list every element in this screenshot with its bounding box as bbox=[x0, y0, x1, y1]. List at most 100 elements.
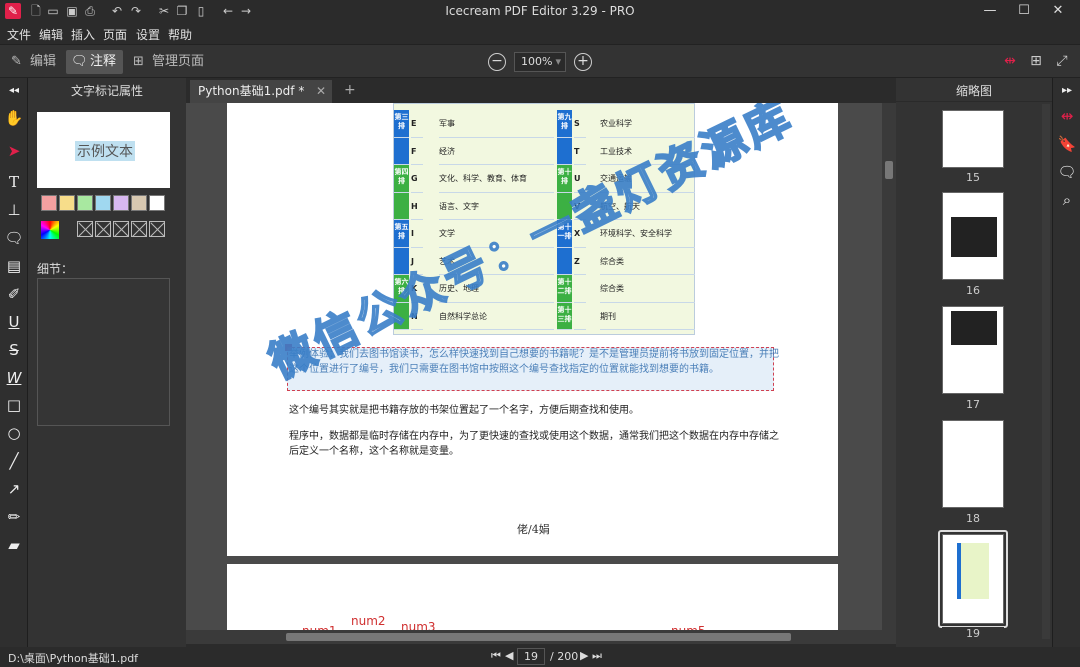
fullscreen-icon[interactable]: ⤢ bbox=[1054, 53, 1070, 69]
thumbnail-page[interactable] bbox=[942, 420, 1004, 508]
no-color-swatch[interactable] bbox=[131, 221, 147, 237]
close-button[interactable]: ✕ bbox=[1043, 0, 1073, 24]
pdf-page-next: num1 num2 num3 num5 bbox=[227, 564, 838, 630]
pages-grid-icon: ⊞ bbox=[133, 54, 144, 69]
comments-icon[interactable]: 🗨 bbox=[1056, 161, 1078, 183]
grid-view-icon[interactable]: ⊞ bbox=[1028, 53, 1044, 69]
minimize-button[interactable]: — bbox=[975, 0, 1005, 24]
edit-mode-button[interactable]: ✎ 编辑 bbox=[6, 50, 62, 74]
thumbnail-page[interactable] bbox=[942, 534, 1004, 624]
pdf-page: 第三排 E 军事 第九排 S 农业科学 F 经济 T 工业技术 第四排 G 文化、科学、教育、体育 第十排… bbox=[227, 103, 838, 556]
maximize-button[interactable]: ☐ bbox=[1009, 0, 1039, 24]
menu-file[interactable]: 文件 bbox=[7, 26, 31, 43]
scroll-thumb[interactable] bbox=[885, 161, 893, 179]
no-color-swatch[interactable] bbox=[113, 221, 129, 237]
manage-pages-button[interactable]: ⊞ 管理页面 bbox=[128, 50, 208, 74]
rectangle-icon[interactable]: □ bbox=[3, 394, 25, 416]
thumbnail-number: 17 bbox=[966, 398, 980, 411]
window-title: Icecream PDF Editor 3.29 - PRO bbox=[445, 4, 635, 18]
select-arrow-icon[interactable]: ➤ bbox=[3, 140, 25, 162]
strikethrough-icon[interactable]: S bbox=[3, 339, 25, 361]
color-swatch[interactable] bbox=[77, 195, 93, 211]
thumbnails-icon[interactable]: ⇹ bbox=[1056, 105, 1078, 127]
edit-mode-label: 编辑 bbox=[30, 54, 57, 69]
document-tabs: Python基础1.pdf * ✕ + bbox=[186, 78, 896, 103]
menu-insert[interactable]: 插入 bbox=[71, 26, 95, 43]
sample-preview: 示例文本 bbox=[37, 112, 170, 188]
pen-icon[interactable]: ✏ bbox=[3, 506, 25, 528]
underline-icon[interactable]: U bbox=[3, 311, 25, 333]
table-letter bbox=[574, 275, 586, 303]
annotate-mode-button[interactable]: 🗨 注释 bbox=[66, 50, 123, 74]
color-swatch[interactable] bbox=[59, 195, 75, 211]
stamp-icon[interactable]: ⊥ bbox=[3, 199, 25, 221]
highlight-icon[interactable]: ✐ bbox=[3, 283, 25, 305]
first-page-icon[interactable]: ⏮ bbox=[491, 649, 501, 663]
last-page-icon[interactable]: ⏭ bbox=[592, 649, 602, 663]
menu-settings[interactable]: 设置 bbox=[136, 26, 160, 43]
chevron-down-icon: ▾ bbox=[555, 55, 561, 68]
table-letter bbox=[574, 303, 586, 330]
fit-width-icon[interactable]: ⇹ bbox=[1002, 53, 1018, 69]
squiggly-icon[interactable]: W bbox=[3, 367, 25, 389]
horizontal-scrollbar[interactable] bbox=[186, 630, 896, 644]
collapse-right-icon[interactable]: ▸▸ bbox=[1056, 80, 1078, 102]
color-swatch[interactable] bbox=[113, 195, 129, 211]
thumbnail-page[interactable] bbox=[942, 306, 1004, 394]
color-swatch[interactable] bbox=[131, 195, 147, 211]
document-viewer[interactable]: 第三排 E 军事 第九排 S 农业科学 F 经济 T 工业技术 第四排 G 文化、科学、教育、体育 第十排… bbox=[186, 103, 896, 630]
color-picker-icon[interactable] bbox=[41, 221, 59, 239]
file-path: D:\桌面\Python基础1.pdf bbox=[8, 652, 139, 665]
note-icon[interactable]: 🗨 bbox=[3, 227, 25, 249]
zoom-out-button[interactable]: − bbox=[488, 53, 506, 71]
search-icon[interactable]: ⌕ bbox=[1056, 189, 1078, 211]
color-swatch[interactable] bbox=[149, 195, 165, 211]
sample-text: 示例文本 bbox=[75, 141, 135, 161]
main-toolbar: ✎ 编辑 🗨 注释 ⊞ 管理页面 − 100% ▾ + ⇹ ⊞ ⤢ bbox=[0, 44, 1080, 78]
close-tab-icon[interactable]: ✕ bbox=[316, 80, 326, 102]
eraser-icon[interactable]: ▰ bbox=[3, 534, 25, 556]
thumbnail-page[interactable] bbox=[942, 192, 1004, 280]
title-bar: ✎ 🗋 ▭ ▣ ⎙ ↶ ↷ ✂ ❐ ▯ ← → Icecream PDF Edi… bbox=[0, 0, 1080, 24]
table-shelf-label: 第十三排 bbox=[557, 302, 572, 330]
ellipse-icon[interactable]: ○ bbox=[3, 422, 25, 444]
collapse-left-icon[interactable]: ◂◂ bbox=[3, 80, 25, 102]
var-label: num3 bbox=[401, 620, 436, 630]
thumbnail-number: 18 bbox=[966, 512, 980, 525]
detail-textarea[interactable] bbox=[37, 278, 170, 426]
next-page-icon[interactable]: ▶ bbox=[580, 649, 588, 662]
table-shelf-label bbox=[394, 192, 409, 220]
color-swatch[interactable] bbox=[95, 195, 111, 211]
thumbnail-scrollbar[interactable] bbox=[1042, 104, 1050, 639]
paragraph-2: 这个编号其实就是把书籍存放的书架位置起了一个名字，方便后期查找和使用。 bbox=[289, 405, 639, 416]
table-shelf-label: 第三排 bbox=[394, 110, 409, 138]
text-box-icon[interactable]: ▤ bbox=[3, 255, 25, 277]
vertical-scrollbar[interactable] bbox=[882, 103, 896, 630]
no-color-swatch[interactable] bbox=[77, 221, 93, 237]
bookmark-icon[interactable]: 🔖 bbox=[1056, 133, 1078, 155]
thumbnail-page[interactable] bbox=[942, 110, 1004, 168]
text-tool-icon[interactable]: T bbox=[3, 171, 25, 193]
scroll-thumb[interactable] bbox=[286, 633, 791, 641]
zoom-in-button[interactable]: + bbox=[574, 53, 592, 71]
detail-label: 细节： bbox=[37, 262, 74, 276]
menu-page[interactable]: 页面 bbox=[103, 26, 127, 43]
add-tab-icon[interactable]: + bbox=[344, 82, 356, 98]
line-icon[interactable]: ╱ bbox=[3, 450, 25, 472]
arrow-icon[interactable]: ↗ bbox=[3, 478, 25, 500]
document-tab[interactable]: Python基础1.pdf * ✕ bbox=[190, 80, 332, 103]
tab-label: Python基础1.pdf * bbox=[198, 84, 305, 98]
color-swatch[interactable] bbox=[41, 195, 57, 211]
menu-edit[interactable]: 编辑 bbox=[39, 26, 63, 43]
zoom-select[interactable]: 100% ▾ bbox=[514, 52, 566, 72]
prev-page-icon[interactable]: ◀ bbox=[505, 649, 513, 662]
table-category: 期刊 bbox=[600, 303, 695, 330]
thumbnail-title: 缩略图 bbox=[896, 82, 1052, 102]
properties-panel: 文字标记属性 示例文本 细节： bbox=[28, 78, 186, 647]
menu-help[interactable]: 帮助 bbox=[168, 26, 192, 43]
hand-tool-icon[interactable]: ✋ bbox=[3, 107, 25, 129]
page-number-input[interactable]: 19 bbox=[517, 648, 545, 665]
table-letter: I bbox=[411, 220, 423, 248]
no-color-swatch[interactable] bbox=[95, 221, 111, 237]
no-color-swatch[interactable] bbox=[149, 221, 165, 237]
